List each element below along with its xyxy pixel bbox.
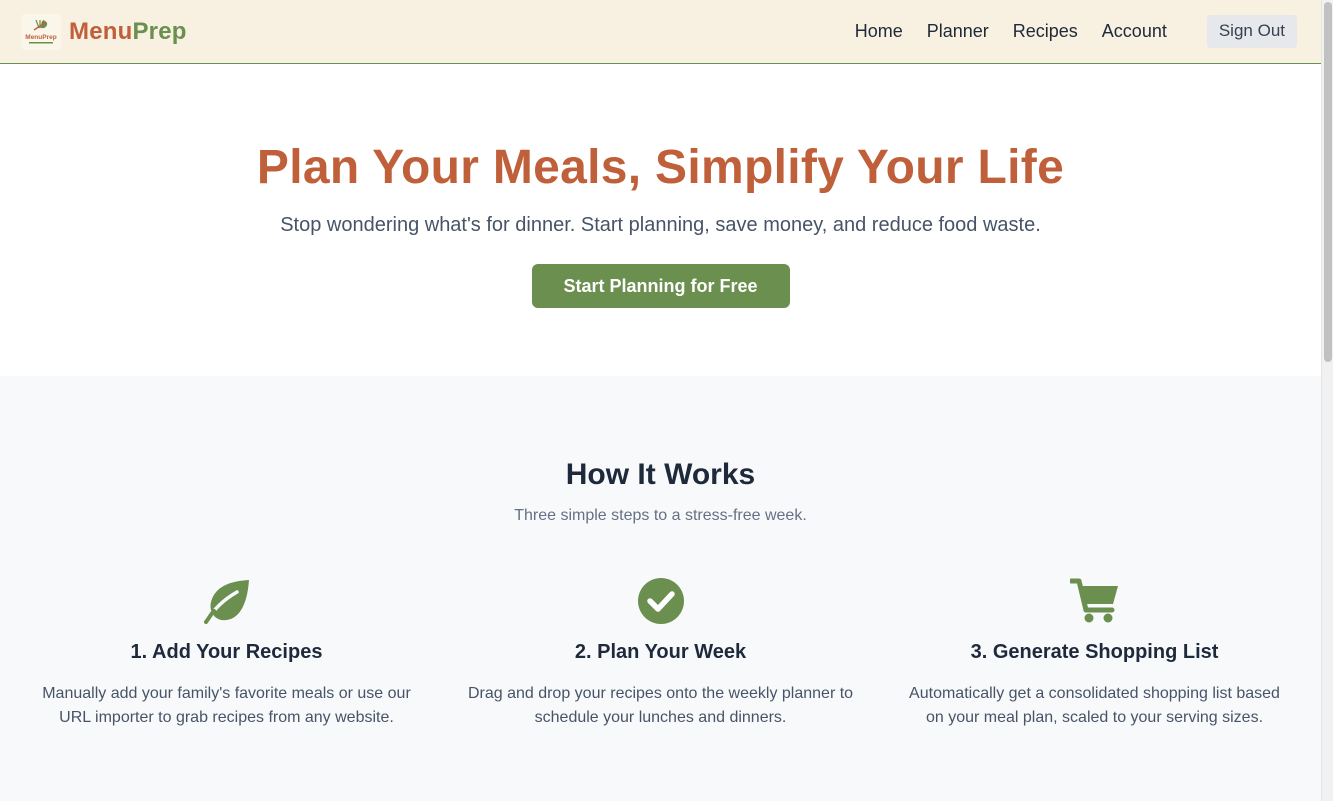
nav-account[interactable]: Account [1102,21,1167,42]
brand-name-prep: Prep [132,17,187,45]
brand-link[interactable]: MenuPrep MenuPrep [21,13,187,50]
step-card: 1. Add Your Recipes Manually add your fa… [24,577,429,730]
step-description: Drag and drop your recipes onto the week… [467,685,854,726]
step-title: 2. Plan Your Week [574,641,747,663]
hero-section: Plan Your Meals, Simplify Your Life Stop… [0,64,1321,376]
scrollbar[interactable] [1321,0,1333,801]
check-circle-icon [458,577,863,625]
page: MenuPrep MenuPrep Home Planner Recipes A… [0,0,1321,801]
step-card: 3. Generate Shopping List Automatically … [892,577,1297,730]
nav-planner[interactable]: Planner [927,21,989,42]
main-nav: Home Planner Recipes Account Sign Out [831,15,1297,48]
svg-text:MenuPrep: MenuPrep [25,34,56,41]
shopping-cart-icon [892,577,1297,625]
nav-recipes[interactable]: Recipes [1013,21,1078,42]
leaf-icon [24,577,429,625]
scrollbar-thumb[interactable] [1324,2,1332,362]
site-header: MenuPrep MenuPrep Home Planner Recipes A… [0,0,1321,64]
step-description: Manually add your family's favorite meal… [42,685,411,726]
step-description: Automatically get a consolidated shoppin… [909,685,1280,726]
nav-home[interactable]: Home [855,21,903,42]
step-card: 2. Plan Your Week Drag and drop your rec… [458,577,863,730]
hero-subtitle: Stop wondering what's for dinner. Start … [280,214,1041,236]
start-planning-button[interactable]: Start Planning for Free [531,264,790,308]
steps-list: 1. Add Your Recipes Manually add your fa… [0,577,1321,730]
brand-name: MenuPrep [69,18,187,46]
logo-icon: MenuPrep [21,13,61,50]
hero-title: Plan Your Meals, Simplify Your Life [256,141,1065,194]
how-it-works-section: How It Works Three simple steps to a str… [0,376,1321,801]
step-title: 3. Generate Shopping List [970,641,1219,663]
section-subtitle: Three simple steps to a stress-free week… [514,507,807,524]
step-title: 1. Add Your Recipes [130,641,323,663]
brand-name-menu: Menu [69,17,133,45]
sign-out-button[interactable]: Sign Out [1206,15,1297,48]
section-title: How It Works [565,458,756,491]
